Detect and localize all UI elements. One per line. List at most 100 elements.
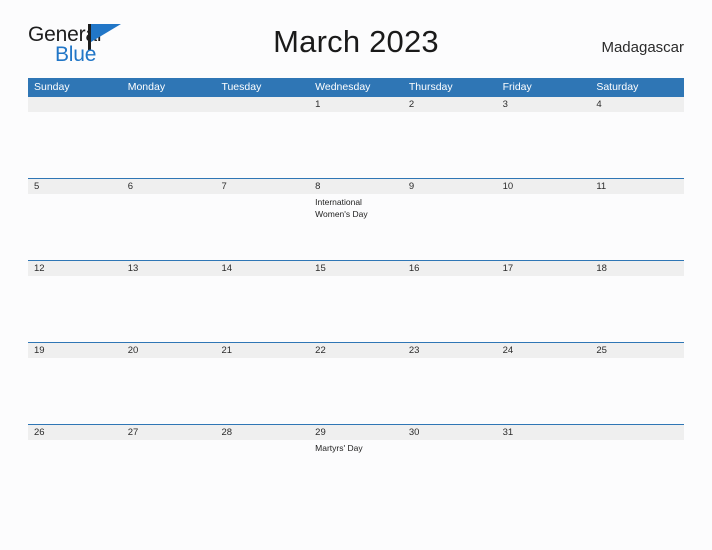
day-event-text: International Women's Day	[315, 197, 368, 219]
day-cell[interactable]	[122, 440, 216, 506]
day-number[interactable]	[28, 97, 122, 112]
day-number[interactable]: 3	[497, 97, 591, 112]
week-row: 19 20 21 22 23 24 25	[28, 342, 684, 424]
weekday-header-tuesday: Tuesday	[221, 81, 262, 93]
day-number[interactable]: 11	[590, 179, 684, 194]
day-number[interactable]	[122, 97, 216, 112]
week-row: 26 27 28 29 30 31 Martyrs' Day	[28, 424, 684, 506]
calendar-page: General Blue March 2023 Madagascar Sunda…	[0, 0, 712, 550]
day-cell-holiday[interactable]: Martyrs' Day	[309, 440, 403, 506]
week-date-band: 26 27 28 29 30 31	[28, 425, 684, 440]
page-title: March 2023	[273, 24, 439, 59]
weekday-header-monday: Monday	[127, 81, 166, 93]
week-event-band: Martyrs' Day	[28, 440, 684, 506]
day-number[interactable]	[215, 97, 309, 112]
day-number[interactable]: 4	[590, 97, 684, 112]
day-cell[interactable]	[215, 440, 309, 506]
day-number[interactable]: 31	[497, 425, 591, 440]
day-cell-holiday[interactable]: International Women's Day	[309, 194, 403, 260]
day-number[interactable]: 5	[28, 179, 122, 194]
day-cell[interactable]	[590, 194, 684, 260]
day-cell[interactable]	[309, 112, 403, 178]
day-cell[interactable]	[309, 358, 403, 424]
day-number[interactable]: 12	[28, 261, 122, 276]
week-date-band: 5 6 7 8 9 10 11	[28, 179, 684, 194]
day-cell[interactable]	[28, 358, 122, 424]
day-number[interactable]: 15	[309, 261, 403, 276]
weekday-header-sunday: Sunday	[34, 81, 70, 93]
day-number[interactable]: 22	[309, 343, 403, 358]
weekday-header-wednesday: Wednesday	[315, 81, 371, 93]
day-cell[interactable]	[403, 276, 497, 342]
day-number[interactable]: 21	[215, 343, 309, 358]
weekday-header-friday: Friday	[502, 81, 532, 93]
week-event-band	[28, 358, 684, 424]
day-cell[interactable]	[403, 112, 497, 178]
day-cell[interactable]	[497, 440, 591, 506]
week-event-band	[28, 112, 684, 178]
day-cell[interactable]	[403, 440, 497, 506]
day-number[interactable]: 1	[309, 97, 403, 112]
day-cell[interactable]	[309, 276, 403, 342]
day-number[interactable]: 24	[497, 343, 591, 358]
day-number[interactable]: 18	[590, 261, 684, 276]
week-event-band: International Women's Day	[28, 194, 684, 260]
week-row: 12 13 14 15 16 17 18	[28, 260, 684, 342]
day-event-text: Martyrs' Day	[315, 443, 363, 453]
week-event-band	[28, 276, 684, 342]
day-cell[interactable]	[497, 358, 591, 424]
day-number[interactable]: 13	[122, 261, 216, 276]
day-number[interactable]: 28	[215, 425, 309, 440]
day-cell[interactable]	[497, 194, 591, 260]
week-date-band: 12 13 14 15 16 17 18	[28, 261, 684, 276]
week-row: 5 6 7 8 9 10 11 International Women's Da…	[28, 178, 684, 260]
weekday-header-thursday: Thursday	[408, 81, 453, 93]
day-number[interactable]: 6	[122, 179, 216, 194]
day-number[interactable]: 10	[497, 179, 591, 194]
day-cell[interactable]	[28, 194, 122, 260]
day-cell[interactable]	[215, 194, 309, 260]
day-number[interactable]: 7	[215, 179, 309, 194]
calendar-grid: Sunday Monday Tuesday Wednesday Thursday…	[28, 78, 684, 506]
day-cell[interactable]	[497, 112, 591, 178]
day-number[interactable]: 16	[403, 261, 497, 276]
day-cell[interactable]	[28, 440, 122, 506]
week-date-band: 19 20 21 22 23 24 25	[28, 343, 684, 358]
day-cell[interactable]	[215, 276, 309, 342]
day-number[interactable]: 17	[497, 261, 591, 276]
day-number[interactable]: 27	[122, 425, 216, 440]
day-cell[interactable]	[497, 276, 591, 342]
week-row: 1 2 3 4	[28, 96, 684, 178]
day-cell[interactable]	[590, 440, 684, 506]
day-number[interactable]: 29	[309, 425, 403, 440]
day-cell[interactable]	[215, 358, 309, 424]
day-cell[interactable]	[28, 276, 122, 342]
day-number[interactable]: 30	[403, 425, 497, 440]
locale-label: Madagascar	[601, 39, 684, 56]
day-number[interactable]: 20	[122, 343, 216, 358]
day-number[interactable]: 2	[403, 97, 497, 112]
day-number[interactable]: 26	[28, 425, 122, 440]
day-cell[interactable]	[590, 276, 684, 342]
day-cell[interactable]	[122, 194, 216, 260]
page-header: General Blue March 2023 Madagascar	[28, 22, 684, 70]
day-cell[interactable]	[122, 358, 216, 424]
day-number[interactable]: 23	[403, 343, 497, 358]
day-number[interactable]: 25	[590, 343, 684, 358]
weekday-header-row: Sunday Monday Tuesday Wednesday Thursday…	[28, 78, 684, 96]
day-number[interactable]: 8	[309, 179, 403, 194]
day-number[interactable]: 9	[403, 179, 497, 194]
day-cell[interactable]	[215, 112, 309, 178]
day-cell[interactable]	[590, 358, 684, 424]
day-cell[interactable]	[122, 112, 216, 178]
day-cell[interactable]	[403, 194, 497, 260]
day-cell[interactable]	[28, 112, 122, 178]
week-date-band: 1 2 3 4	[28, 97, 684, 112]
weekday-header-saturday: Saturday	[596, 81, 639, 93]
day-cell[interactable]	[403, 358, 497, 424]
day-number[interactable]: 19	[28, 343, 122, 358]
day-number[interactable]	[590, 425, 684, 440]
day-cell[interactable]	[122, 276, 216, 342]
day-number[interactable]: 14	[215, 261, 309, 276]
day-cell[interactable]	[590, 112, 684, 178]
